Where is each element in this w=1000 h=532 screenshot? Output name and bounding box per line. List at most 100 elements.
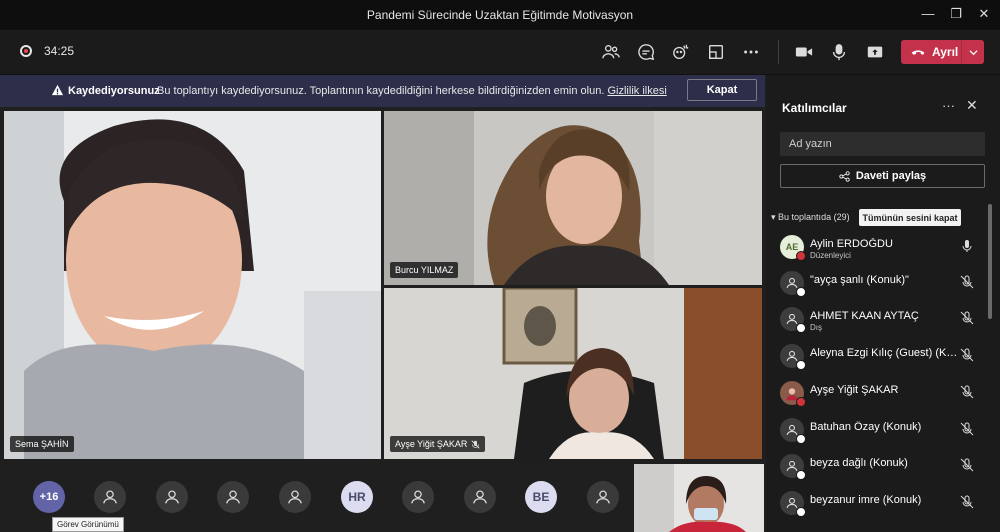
status-icon	[796, 470, 806, 480]
banner-message: Bu toplantıyı kaydediyorsunuz. Toplantın…	[157, 85, 667, 97]
maximize-icon[interactable]: ❐	[946, 6, 966, 22]
privacy-policy-link[interactable]: Gizlilik ilkesi	[607, 85, 666, 97]
banner-title: Kaydediyorsunuz	[68, 85, 160, 97]
participant-name: beyzanur imre (Konuk)	[810, 494, 922, 506]
section-label: Bu toplantıda (29)	[778, 212, 850, 222]
participant-video	[384, 111, 762, 285]
participant-row[interactable]: Aleyna Ezgi Kılıç (Guest) (Kon...	[780, 340, 990, 372]
minimize-icon[interactable]: —	[918, 6, 938, 21]
participants-icon[interactable]	[597, 38, 625, 66]
panel-more-icon[interactable]: ···	[942, 98, 955, 113]
participant-video	[384, 288, 762, 459]
task-view-tooltip: Görev Görünümü	[52, 517, 124, 532]
participant-row[interactable]: AHMET KAAN AYTAÇ Dış	[780, 303, 990, 335]
participant-row[interactable]: Batuhan Özay (Konuk)	[780, 414, 990, 446]
muted-mic-icon[interactable]	[960, 458, 974, 472]
participant-avatar	[780, 418, 806, 444]
share-screen-icon[interactable]	[861, 38, 889, 66]
panel-close-icon[interactable]: ✕	[966, 97, 978, 114]
busy-status-icon	[796, 397, 806, 407]
reactions-icon[interactable]	[667, 38, 695, 66]
title-bar: Pandemi Sürecinde Uzaktan Eğitimde Motiv…	[0, 0, 1000, 30]
phone-hangup-icon	[910, 44, 926, 60]
video-tile-bottom-right[interactable]: Ayşe Yiğit ŞAKAR	[384, 288, 762, 459]
muted-mic-icon[interactable]	[960, 495, 974, 509]
share-invite-button[interactable]: Daveti paylaş	[780, 164, 985, 188]
participant-avatar-initials[interactable]: HR	[341, 481, 373, 513]
leave-button[interactable]: Ayrıl	[901, 40, 984, 64]
participant-avatar	[780, 307, 806, 333]
in-meeting-section-toggle[interactable]: ▾ Bu toplantıda (29)	[771, 212, 850, 223]
person-icon	[103, 490, 117, 504]
participant-name: Aylin ERDOĞDU	[810, 238, 893, 250]
participant-avatar	[780, 344, 806, 370]
muted-mic-icon[interactable]	[960, 422, 974, 436]
participant-avatar	[780, 271, 806, 297]
leave-label: Ayrıl	[932, 45, 959, 59]
banner-close-button[interactable]: Kapat	[687, 79, 757, 101]
muted-mic-icon[interactable]	[960, 311, 974, 325]
self-video-preview[interactable]	[634, 464, 764, 532]
leave-options-chevron-icon[interactable]	[961, 40, 984, 64]
participant-avatar-initials[interactable]: BE	[525, 481, 557, 513]
participant-role: Dış	[810, 323, 822, 332]
participant-avatar	[780, 491, 806, 517]
video-tile-main[interactable]: Sema ŞAHİN	[4, 111, 381, 459]
self-video	[634, 464, 764, 532]
participant-name: "ayça şanlı (Konuk)"	[810, 274, 909, 286]
status-icon	[796, 360, 806, 370]
muted-mic-icon	[471, 439, 480, 449]
close-window-icon[interactable]: ✕	[974, 6, 994, 22]
participant-avatar	[780, 381, 806, 407]
video-tile-top-right[interactable]: Burcu YILMAZ	[384, 111, 762, 285]
microphone-icon[interactable]	[825, 38, 853, 66]
status-icon	[796, 323, 806, 333]
participant-avatar[interactable]	[156, 481, 188, 513]
more-actions-icon[interactable]	[737, 38, 765, 66]
participant-row[interactable]: AE Aylin ERDOĞDU Düzenleyici	[780, 231, 990, 263]
share-invite-label: Daveti paylaş	[855, 170, 927, 182]
muted-mic-icon[interactable]	[960, 275, 974, 289]
participants-panel: Katılımcılar ··· ✕ Ad yazın Daveti payla…	[766, 75, 1000, 532]
participant-avatar[interactable]	[94, 481, 126, 513]
meeting-toolbar: 34:25 Ayrıl	[0, 30, 1000, 75]
status-icon	[796, 434, 806, 444]
person-icon	[226, 490, 240, 504]
participant-search-input[interactable]: Ad yazın	[780, 132, 985, 156]
participant-row[interactable]: "ayça şanlı (Konuk)"	[780, 267, 990, 299]
video-name-label: Ayşe Yiğit ŞAKAR	[390, 436, 486, 452]
participant-avatar[interactable]	[217, 481, 249, 513]
muted-mic-icon[interactable]	[960, 385, 974, 399]
participant-name: Aleyna Ezgi Kılıç (Guest) (Kon...	[810, 347, 958, 359]
participant-avatar	[780, 454, 806, 480]
meeting-timer: 34:25	[44, 44, 75, 58]
participant-avatar[interactable]	[279, 481, 311, 513]
participant-name: Batuhan Özay (Konuk)	[810, 421, 922, 433]
microphone-icon[interactable]	[960, 239, 974, 253]
camera-icon[interactable]	[790, 38, 818, 66]
chat-icon[interactable]	[632, 38, 660, 66]
muted-mic-icon[interactable]	[960, 348, 974, 362]
participant-name: AHMET KAAN AYTAÇ	[810, 310, 919, 322]
person-icon	[411, 490, 425, 504]
rooms-icon[interactable]	[702, 38, 730, 66]
participant-avatar[interactable]	[464, 481, 496, 513]
status-icon	[796, 287, 806, 297]
video-name-label: Sema ŞAHİN	[10, 436, 74, 452]
person-icon	[288, 490, 302, 504]
participant-video	[4, 111, 381, 459]
window-title: Pandemi Sürecinde Uzaktan Eğitimde Motiv…	[366, 8, 634, 22]
participant-row[interactable]: beyza dağlı (Konuk)	[780, 450, 990, 482]
participant-avatar: AE	[780, 235, 806, 261]
participant-row[interactable]: beyzanur imre (Konuk)	[780, 487, 990, 519]
overflow-participants-badge[interactable]: +16	[33, 481, 65, 513]
mute-all-button[interactable]: Tümünün sesini kapat	[859, 209, 961, 226]
person-icon	[165, 490, 179, 504]
participant-name: Ayşe Yiğit ŞAKAR	[810, 384, 899, 396]
share-icon	[839, 170, 850, 182]
participant-row[interactable]: Ayşe Yiğit ŞAKAR	[780, 377, 990, 409]
participant-avatar[interactable]	[402, 481, 434, 513]
participant-avatar[interactable]	[587, 481, 619, 513]
panel-scrollbar[interactable]	[988, 204, 992, 319]
person-icon	[596, 490, 610, 504]
